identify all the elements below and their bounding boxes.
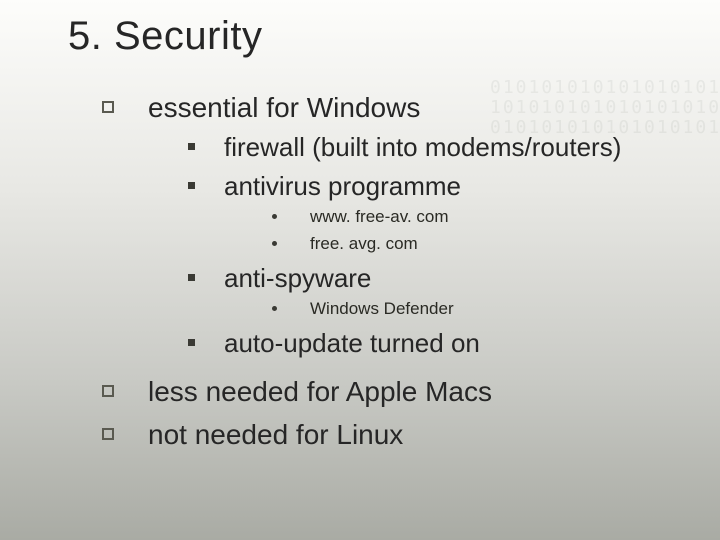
slide: 0101010101010101010 1010101010101010101 …	[0, 0, 720, 540]
bullet-l1-apple-macs: less needed for Apple Macs	[90, 374, 690, 409]
bullet-l1-essential-windows: essential for Windows	[90, 90, 690, 125]
bullet-l3-defender: Windows Defender	[90, 298, 690, 321]
slide-content: essential for Windows firewall (built in…	[90, 82, 690, 452]
slide-title: 5. Security	[68, 14, 262, 59]
bullet-l3-freeavg: free. avg. com	[90, 233, 690, 256]
bullet-l2-autoupdate: auto-update turned on	[90, 327, 690, 360]
bullet-l3-freeav: www. free-av. com	[90, 206, 690, 229]
bullet-l1-linux: not needed for Linux	[90, 417, 690, 452]
bullet-l2-firewall: firewall (built into modems/routers)	[90, 131, 690, 164]
bullet-l2-antivirus: antivirus programme	[90, 170, 690, 203]
bullet-l2-antispyware: anti-spyware	[90, 262, 690, 295]
